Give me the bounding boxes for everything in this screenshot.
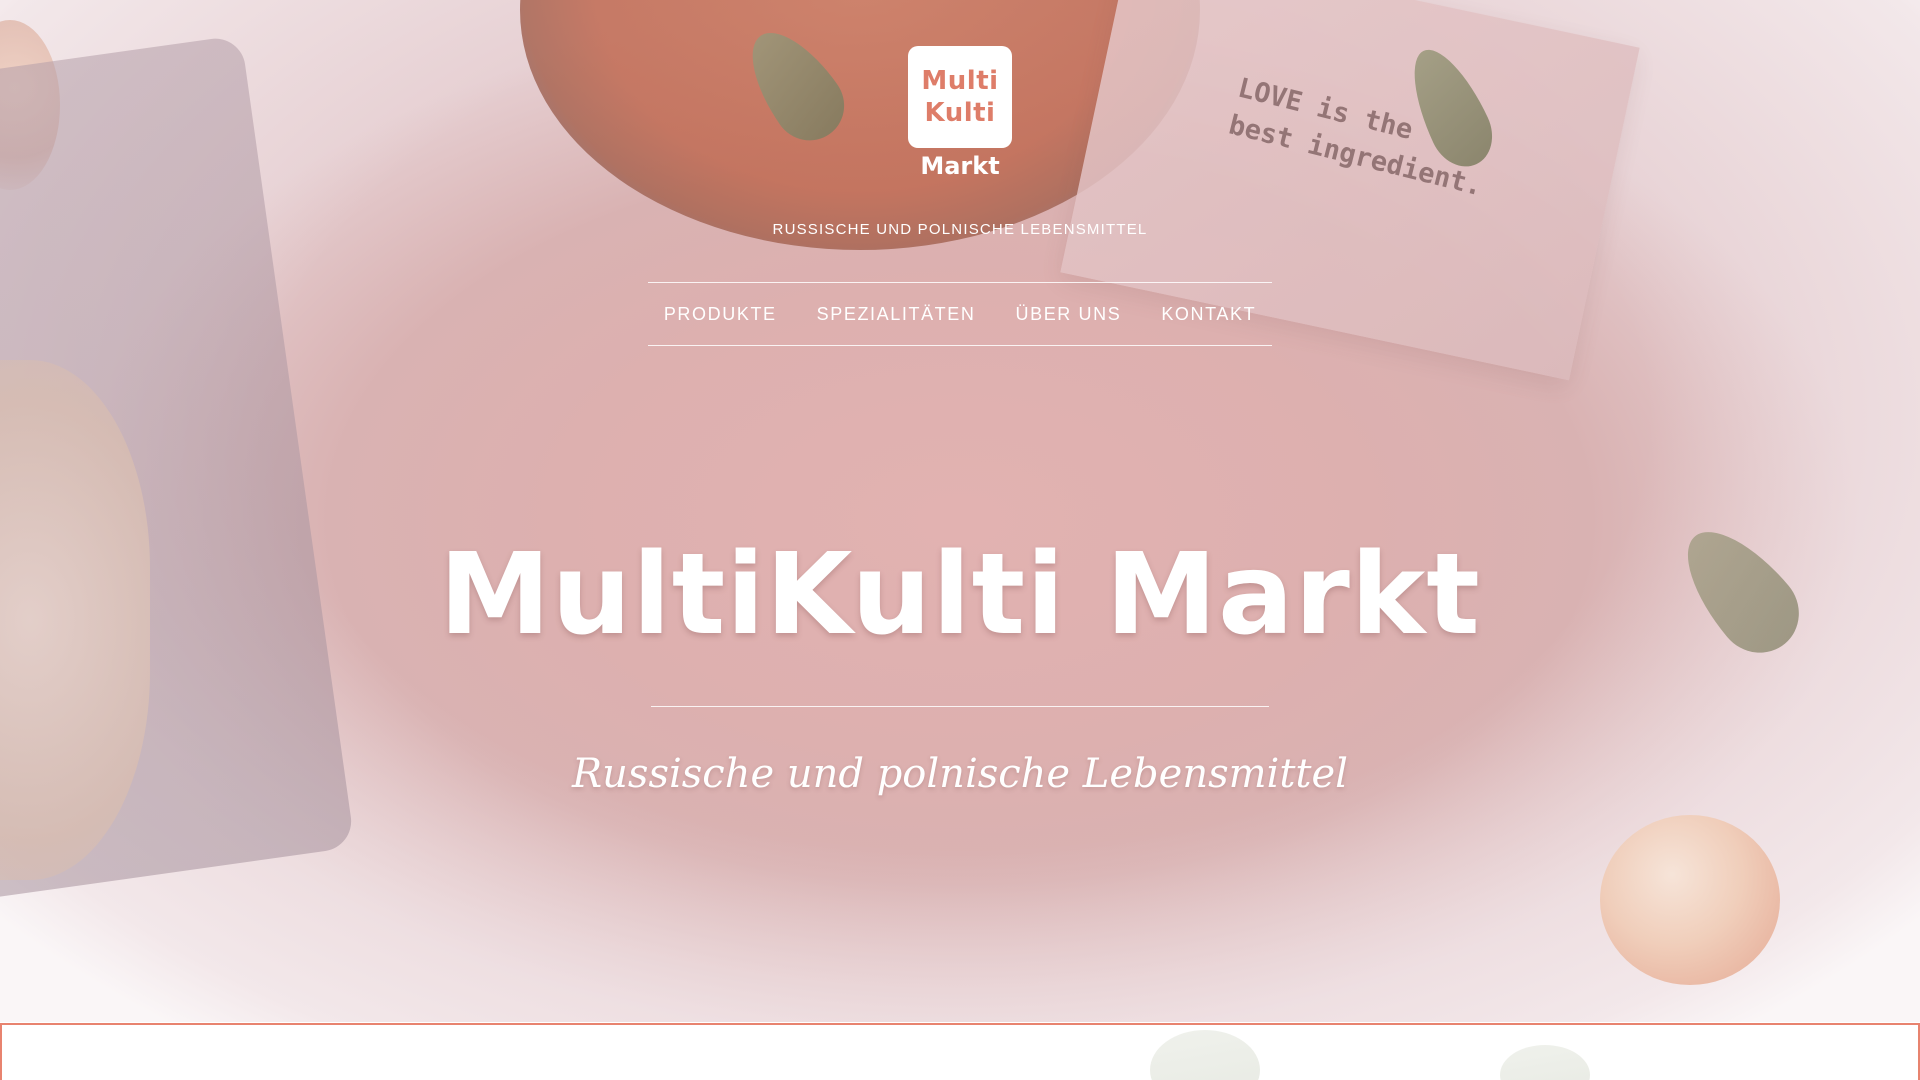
hero-section: LOVE is the best ingredient. Multi Kulti… [0, 0, 1920, 1022]
hero-divider [651, 706, 1269, 707]
hero-subtitle: Russische und polnische Lebensmittel [572, 751, 1348, 797]
logo-text-line: Multi [921, 66, 999, 96]
nav-item-ueber-uns[interactable]: ÜBER UNS [995, 304, 1141, 325]
bay-leaf-decoration [1664, 510, 1816, 670]
hero-title: MultiKulti Markt [439, 530, 1481, 660]
apple-decoration [1600, 815, 1780, 985]
site-logo[interactable]: Multi Kulti [908, 46, 1012, 148]
site-tagline: RUSSISCHE UND POLNISCHE LEBENSMITTEL [772, 221, 1148, 238]
content-section-top [0, 1025, 1920, 1080]
nav-item-spezialitaeten[interactable]: SPEZIALITÄTEN [797, 304, 996, 325]
logo-text-line: Kulti [924, 98, 996, 128]
logo-subtext: Markt [920, 152, 1000, 180]
main-navigation: PRODUKTE SPEZIALITÄTEN ÜBER UNS KONTAKT [648, 282, 1272, 346]
nav-item-kontakt[interactable]: KONTAKT [1141, 304, 1276, 325]
nav-item-produkte[interactable]: PRODUKTE [644, 304, 797, 325]
